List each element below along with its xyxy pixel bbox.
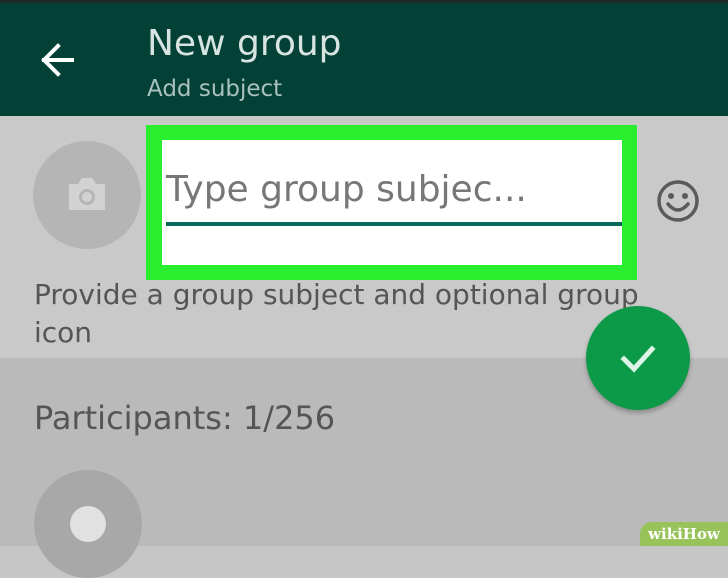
status-edge	[0, 0, 728, 3]
watermark: wikiHow	[640, 522, 728, 546]
app-bar	[0, 0, 728, 116]
group-icon-button[interactable]	[33, 141, 141, 249]
camera-icon	[69, 178, 105, 210]
checkmark-icon	[620, 345, 656, 373]
arrow-left-icon[interactable]	[38, 41, 76, 79]
smiley-icon[interactable]	[655, 178, 701, 224]
page-title: New group	[147, 23, 342, 64]
confirm-button[interactable]	[586, 306, 690, 410]
group-subject-input[interactable]: Type group subjec...	[166, 166, 618, 214]
participant-avatar	[34, 470, 142, 578]
participants-count: Participants: 1/256	[34, 399, 336, 437]
page-subtitle: Add subject	[147, 76, 283, 102]
input-underline	[166, 222, 622, 226]
avatar-head	[70, 506, 106, 542]
